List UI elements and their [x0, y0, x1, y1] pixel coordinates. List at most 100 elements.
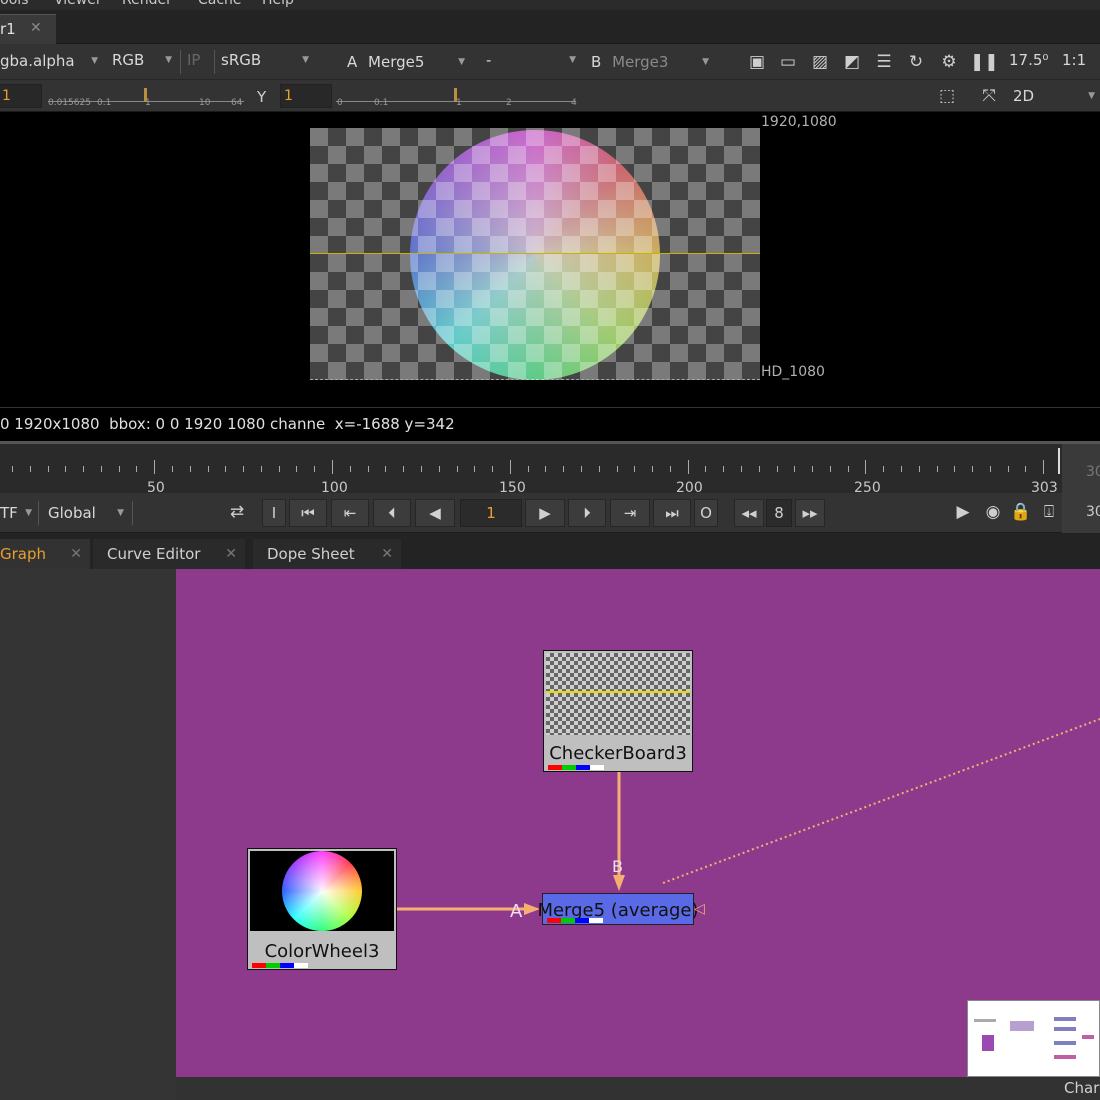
- menu-help[interactable]: Help: [262, 0, 294, 8]
- node-graph-canvas[interactable]: CheckerBoard3 ColorWheel3 Merge5 (averag…: [176, 569, 1100, 1077]
- colorspace-dropdown[interactable]: sRGB ▼: [221, 47, 311, 73]
- set-out-button[interactable]: O: [694, 499, 718, 527]
- timeline-tick: [47, 466, 49, 472]
- menu-cache[interactable]: Cache: [198, 0, 242, 8]
- minimap-item: [1054, 1055, 1076, 1059]
- timeline-end-marker: [1058, 448, 1060, 474]
- step-forward-icon[interactable]: ⏵: [568, 499, 606, 527]
- menu-bar: Tools Viewer Render Cache Help: [0, 0, 1100, 10]
- record-icon[interactable]: ◉: [982, 502, 1004, 522]
- transform-icon[interactable]: ⤧: [978, 86, 1000, 106]
- tab-node-graph[interactable]: Graph ✕: [0, 539, 90, 569]
- input-a-dropdown[interactable]: A Merge5 ▼: [347, 49, 467, 75]
- current-frame-field[interactable]: 1: [460, 499, 522, 527]
- wipe-icon[interactable]: ▨: [809, 52, 831, 72]
- next-keyframe-icon[interactable]: ⇥: [610, 499, 650, 527]
- skip-back-icon[interactable]: ◂◂: [734, 499, 764, 527]
- step-back-icon[interactable]: ⏴: [373, 499, 411, 527]
- timeline[interactable]: 50 100 150 200 250 303 30: [0, 441, 1100, 496]
- chevron-down-icon: ▼: [117, 508, 124, 518]
- view-mode-dropdown[interactable]: 2D ▼: [1013, 83, 1097, 109]
- play-forward-icon[interactable]: ▶: [525, 499, 565, 527]
- timeline-tick: [918, 466, 920, 472]
- tf-dropdown[interactable]: TF ▼: [0, 500, 34, 526]
- chevron-down-icon: ▼: [25, 508, 32, 518]
- timeline-tick: [314, 466, 316, 472]
- chevron-down-icon: ▼: [91, 56, 98, 66]
- channel-value: gba.alpha: [0, 52, 75, 70]
- merge-mask-input-icon[interactable]: ◁: [694, 901, 705, 917]
- menu-viewer[interactable]: Viewer: [54, 0, 102, 8]
- channel-green: [561, 918, 575, 923]
- timeline-tick: [385, 466, 387, 472]
- tab-dope-sheet[interactable]: Dope Sheet ✕: [253, 539, 401, 569]
- zoom-value[interactable]: 17.5⁰: [1009, 47, 1055, 73]
- timeline-tick: [83, 466, 85, 472]
- playback-controls: TF ▼ Global ▼ ⇄ I ⏮ ⇤ ⏴ ◀ 1 ▶ ⏵ ⇥ ⏭ O ◂◂…: [0, 493, 1100, 533]
- flipbook-icon[interactable]: ▶: [952, 502, 974, 522]
- timeline-tick: [972, 466, 974, 472]
- lock-icon[interactable]: 🔒: [1010, 502, 1032, 522]
- tf-value: TF: [0, 504, 18, 522]
- first-frame-icon[interactable]: ⏮: [289, 499, 327, 527]
- node-checkerboard[interactable]: CheckerBoard3: [543, 650, 693, 772]
- chevron-down-icon: ▼: [302, 55, 309, 65]
- timeline-tick: [420, 466, 422, 472]
- gamma-tick-3: 2: [506, 98, 512, 108]
- pixel-ratio[interactable]: 1:1: [1062, 47, 1098, 73]
- gamma-field[interactable]: 1: [280, 84, 332, 108]
- node-graph-minimap[interactable]: [967, 1000, 1100, 1077]
- playback-mode-icon[interactable]: ⇄: [226, 502, 248, 522]
- sync-icon[interactable]: ⍗: [1038, 502, 1060, 522]
- prev-keyframe-icon[interactable]: ⇤: [331, 499, 369, 527]
- settings-icon[interactable]: ⚙: [938, 52, 960, 72]
- timeline-tick: [403, 466, 405, 472]
- minimap-item: [1010, 1021, 1034, 1031]
- channel-red: [548, 765, 562, 770]
- menu-render[interactable]: Render: [122, 0, 172, 8]
- roi-icon[interactable]: ⬚: [936, 86, 958, 106]
- lines-icon[interactable]: ☰: [873, 52, 895, 72]
- viewer-toolbar-top: gba.alpha ▼ RGB ▼ IP sRGB ▼ A Merge5 ▼ -…: [0, 44, 1100, 80]
- input-b-dropdown[interactable]: B Merge3 ▼: [591, 49, 711, 75]
- timeline-tick: [438, 466, 440, 472]
- timeline-tick: [563, 466, 565, 472]
- composite-value: -: [486, 51, 492, 69]
- composite-dropdown[interactable]: - ▼: [486, 47, 578, 73]
- tab-curve-editor[interactable]: Curve Editor ✕: [93, 539, 245, 569]
- tab-viewer[interactable]: r1 ✕: [0, 14, 56, 44]
- timeline-tick: [12, 466, 13, 472]
- play-backward-icon[interactable]: ◀: [415, 499, 455, 527]
- node-merge[interactable]: Merge5 (average): [537, 893, 699, 925]
- close-icon[interactable]: ✕: [70, 539, 82, 569]
- timeline-tick: [225, 466, 227, 472]
- ip-button[interactable]: IP: [187, 47, 211, 73]
- close-icon[interactable]: ✕: [381, 539, 393, 569]
- close-icon[interactable]: ✕: [30, 20, 42, 36]
- gain-field[interactable]: 1: [0, 84, 42, 108]
- safe-area-icon[interactable]: ▣: [746, 52, 768, 72]
- overlay-icon[interactable]: ◩: [841, 52, 863, 72]
- input-b-letter: B: [591, 53, 602, 71]
- last-frame-icon[interactable]: ⏭: [653, 499, 691, 527]
- frame-step-field[interactable]: 8: [766, 499, 792, 527]
- display-dropdown[interactable]: RGB ▼: [112, 47, 174, 73]
- region-icon[interactable]: ▭: [777, 52, 799, 72]
- close-icon[interactable]: ✕: [225, 539, 237, 569]
- scope-dropdown[interactable]: Global ▼: [48, 500, 126, 526]
- refresh-icon[interactable]: ↻: [905, 52, 927, 72]
- timeline-tick: [901, 466, 902, 472]
- skip-forward-icon[interactable]: ▸▸: [795, 499, 825, 527]
- node-colorwheel[interactable]: ColorWheel3: [247, 848, 397, 970]
- divider: [38, 501, 39, 525]
- input-a-value: Merge5: [368, 53, 425, 71]
- timeline-tick: [776, 466, 778, 472]
- timeline-tick: [758, 466, 760, 472]
- timeline-tick: [29, 466, 31, 472]
- channel-dropdown[interactable]: gba.alpha ▼: [0, 48, 100, 74]
- channel-blue: [575, 918, 589, 923]
- menu-tools[interactable]: Tools: [0, 0, 29, 8]
- timeline-tick: [172, 466, 174, 472]
- set-in-button[interactable]: I: [262, 499, 286, 527]
- pause-icon[interactable]: ❚❚: [970, 52, 999, 72]
